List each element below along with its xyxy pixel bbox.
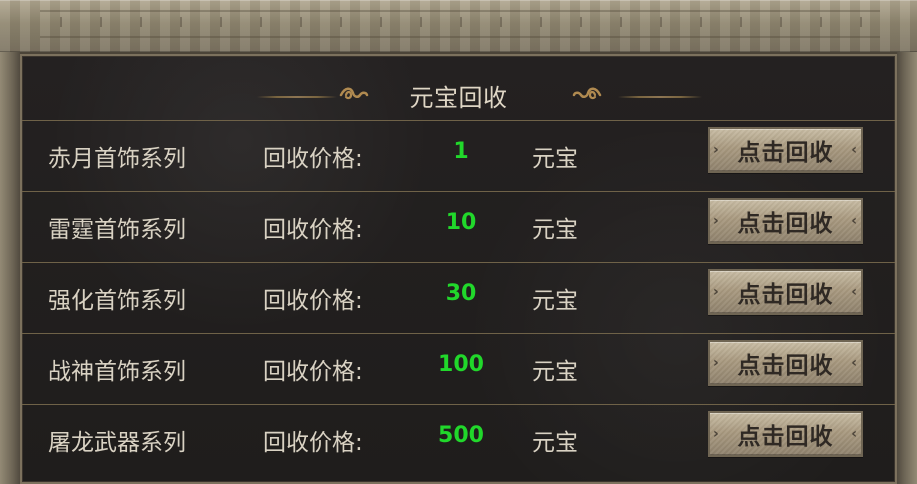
item-series-name: 战神首饰系列 xyxy=(48,359,186,385)
price-value: 500 xyxy=(438,423,484,448)
list-item: 强化首饰系列 回收价格: 30 元宝 › 点击回收 ‹ xyxy=(22,262,895,332)
recycle-button[interactable]: › 点击回收 ‹ xyxy=(708,411,863,457)
button-left-arrow-icon: › xyxy=(713,426,720,442)
recycle-button-label: 点击回收 xyxy=(737,282,834,308)
currency-label: 元宝 xyxy=(532,288,578,314)
game-window-frame: 元宝回收 赤月首饰系列 回收价格: 1 元宝 › 点击回收 ‹ 雷霆首饰系列 回… xyxy=(0,0,917,484)
ornament-scroll-icon xyxy=(570,83,604,107)
list-item: 赤月首饰系列 回收价格: 1 元宝 › 点击回收 ‹ xyxy=(22,120,895,190)
recycle-button[interactable]: › 点击回收 ‹ xyxy=(708,269,863,315)
top-decorative-band xyxy=(0,0,917,54)
button-right-arrow-icon: ‹ xyxy=(851,355,858,371)
currency-label: 元宝 xyxy=(532,359,578,385)
button-right-arrow-icon: ‹ xyxy=(851,284,858,300)
recycle-button-label: 点击回收 xyxy=(737,353,834,379)
decorative-pattern xyxy=(40,10,880,38)
price-label: 回收价格: xyxy=(263,359,363,385)
currency-label: 元宝 xyxy=(532,146,578,172)
price-value: 30 xyxy=(445,281,477,306)
price-value: 1 xyxy=(453,139,469,164)
recycle-button-label: 点击回收 xyxy=(737,424,834,450)
recycle-list: 赤月首饰系列 回收价格: 1 元宝 › 点击回收 ‹ 雷霆首饰系列 回收价格: … xyxy=(22,120,895,482)
page-title: 元宝回收 xyxy=(409,84,508,112)
button-right-arrow-icon: ‹ xyxy=(851,426,858,442)
button-left-arrow-icon: › xyxy=(713,142,720,158)
price-value: 10 xyxy=(445,210,477,235)
price-label: 回收价格: xyxy=(263,288,363,314)
ornament-scroll-icon xyxy=(572,87,602,100)
button-right-arrow-icon: ‹ xyxy=(851,213,858,229)
button-right-arrow-icon: ‹ xyxy=(851,142,858,158)
list-item: 战神首饰系列 回收价格: 100 元宝 › 点击回收 ‹ xyxy=(22,333,895,403)
button-left-arrow-icon: › xyxy=(713,213,720,229)
header-right-line xyxy=(618,96,702,98)
item-series-name: 强化首饰系列 xyxy=(48,288,186,314)
price-label: 回收价格: xyxy=(263,430,363,456)
price-value: 100 xyxy=(438,352,484,377)
price-label: 回收价格: xyxy=(263,217,363,243)
button-left-arrow-icon: › xyxy=(713,284,720,300)
recycle-button[interactable]: › 点击回收 ‹ xyxy=(708,127,863,173)
item-series-name: 赤月首饰系列 xyxy=(48,146,186,172)
price-label: 回收价格: xyxy=(263,146,363,172)
recycle-button-label: 点击回收 xyxy=(737,211,834,237)
recycle-button[interactable]: › 点击回收 ‹ xyxy=(708,340,863,386)
list-item: 屠龙武器系列 回收价格: 500 元宝 › 点击回收 ‹ xyxy=(22,404,895,474)
recycle-panel: 元宝回收 赤月首饰系列 回收价格: 1 元宝 › 点击回收 ‹ 雷霆首饰系列 回… xyxy=(20,54,897,484)
button-left-arrow-icon: › xyxy=(713,355,720,371)
panel-header: 元宝回收 xyxy=(22,56,895,120)
right-frame-border xyxy=(897,52,917,484)
currency-label: 元宝 xyxy=(532,217,578,243)
item-series-name: 屠龙武器系列 xyxy=(48,430,186,456)
item-series-name: 雷霆首饰系列 xyxy=(48,217,186,243)
left-frame-border xyxy=(0,52,20,484)
recycle-button-label: 点击回收 xyxy=(737,140,834,166)
recycle-button[interactable]: › 点击回收 ‹ xyxy=(708,198,863,244)
list-item: 雷霆首饰系列 回收价格: 10 元宝 › 点击回收 ‹ xyxy=(22,191,895,261)
currency-label: 元宝 xyxy=(532,430,578,456)
